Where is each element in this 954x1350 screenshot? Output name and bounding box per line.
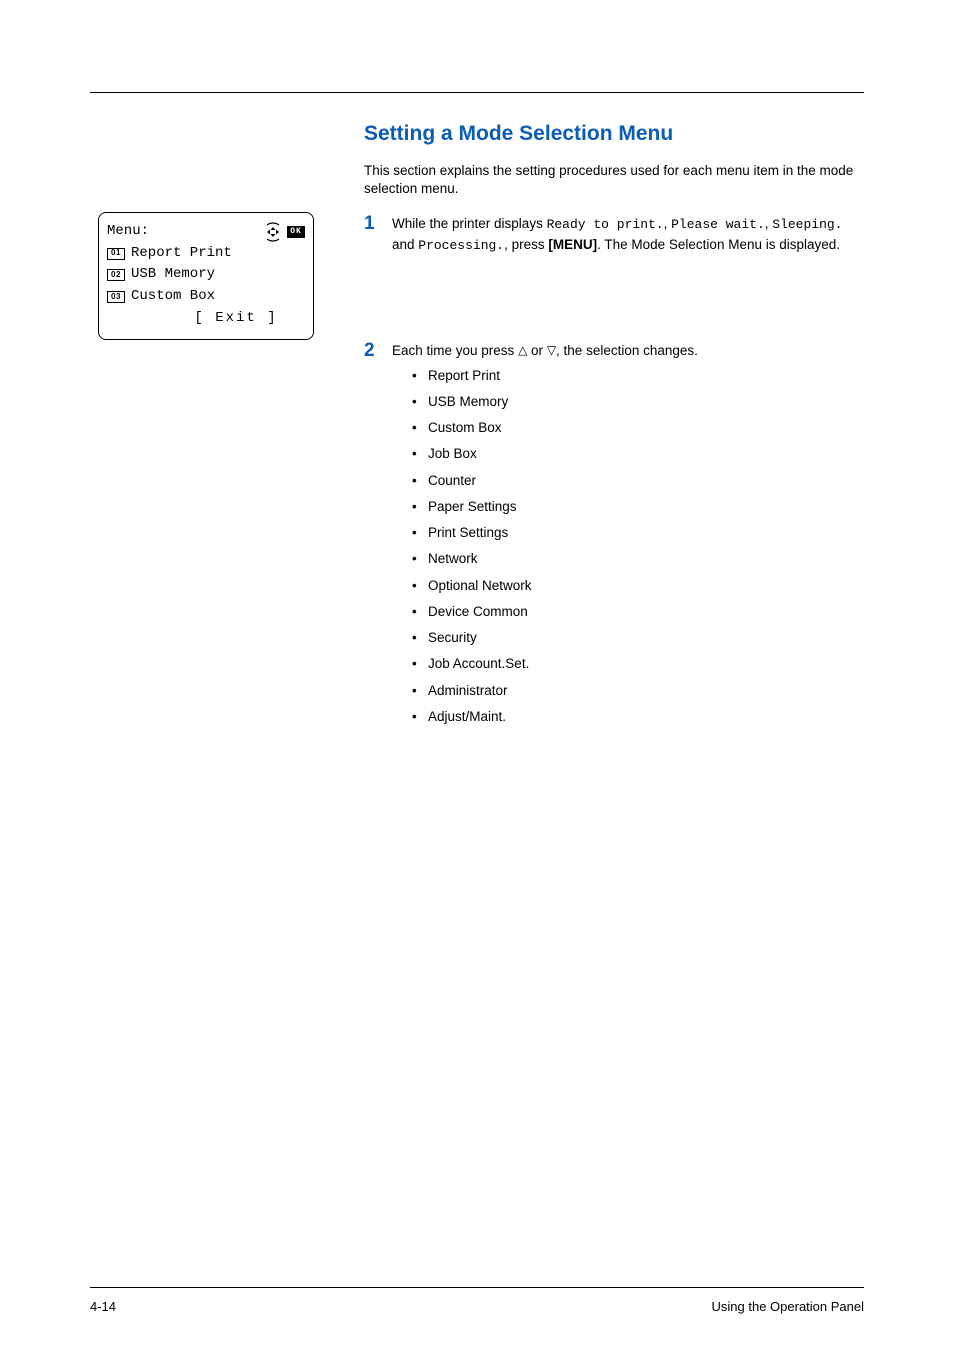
list-item: Print Settings [412, 523, 864, 543]
item-label: USB Memory [131, 264, 215, 286]
display-menu-item: 01 Report Print [107, 243, 305, 265]
text: , [664, 216, 672, 231]
list-item: USB Memory [412, 392, 864, 412]
text: and [392, 237, 418, 252]
item-label: Report Print [131, 243, 232, 265]
nav-cross-icon [262, 223, 284, 241]
step-2: 2 Each time you press △ or ▽, the select… [364, 341, 864, 733]
display-header-icons: OK [262, 223, 305, 241]
step-number: 1 [364, 214, 392, 235]
text: , press [504, 237, 548, 252]
printer-state: Ready to print. [547, 217, 664, 232]
down-triangle-icon: ▽ [547, 341, 556, 359]
page-footer: 4-14 Using the Operation Panel [90, 1299, 864, 1314]
text: Each time you press [392, 343, 518, 358]
intro-text: This section explains the setting proced… [364, 162, 864, 198]
up-triangle-icon: △ [518, 341, 527, 359]
item-label: Custom Box [131, 286, 215, 308]
list-item: Counter [412, 471, 864, 491]
list-item: Administrator [412, 681, 864, 701]
menu-key: [MENU] [548, 237, 597, 252]
list-item: Network [412, 549, 864, 569]
display-exit: [ Exit ] [107, 308, 305, 330]
step-body: Each time you press △ or ▽, the selectio… [392, 341, 864, 733]
printer-state: Processing. [418, 238, 504, 253]
page-content: Menu: OK [90, 122, 864, 747]
item-number-icon: 02 [107, 269, 125, 281]
step-number: 2 [364, 341, 392, 362]
printer-state: Sleeping. [772, 217, 842, 232]
list-item: Job Box [412, 444, 864, 464]
section-title: Setting a Mode Selection Menu [364, 122, 864, 146]
list-item: Adjust/Maint. [412, 707, 864, 727]
list-item: Optional Network [412, 576, 864, 596]
item-number-icon: 01 [107, 248, 125, 260]
text: or [527, 343, 547, 358]
footer-title: Using the Operation Panel [712, 1299, 864, 1314]
right-column: Setting a Mode Selection Menu This secti… [350, 122, 864, 747]
text: , the selection changes. [556, 343, 698, 358]
printer-display: Menu: OK [98, 212, 314, 340]
selection-list: Report Print USB Memory Custom Box Job B… [392, 366, 864, 728]
top-rule [90, 92, 864, 93]
page-number: 4-14 [90, 1299, 116, 1314]
display-menu-item: 03 Custom Box [107, 286, 305, 308]
left-column: Menu: OK [90, 122, 350, 340]
bottom-rule [90, 1287, 864, 1288]
display-menu-item: 02 USB Memory [107, 264, 305, 286]
step-1: 1 While the printer displays Ready to pr… [364, 214, 864, 255]
step-body: While the printer displays Ready to prin… [392, 214, 864, 255]
text: While the printer displays [392, 216, 547, 231]
list-item: Custom Box [412, 418, 864, 438]
list-item: Job Account.Set. [412, 654, 864, 674]
list-item: Security [412, 628, 864, 648]
ok-icon: OK [287, 226, 305, 238]
item-number-icon: 03 [107, 291, 125, 303]
list-item: Paper Settings [412, 497, 864, 517]
printer-state: Please wait. [671, 217, 765, 232]
list-item: Report Print [412, 366, 864, 386]
text: . The Mode Selection Menu is displayed. [597, 237, 840, 252]
display-title: Menu: [107, 221, 149, 243]
list-item: Device Common [412, 602, 864, 622]
